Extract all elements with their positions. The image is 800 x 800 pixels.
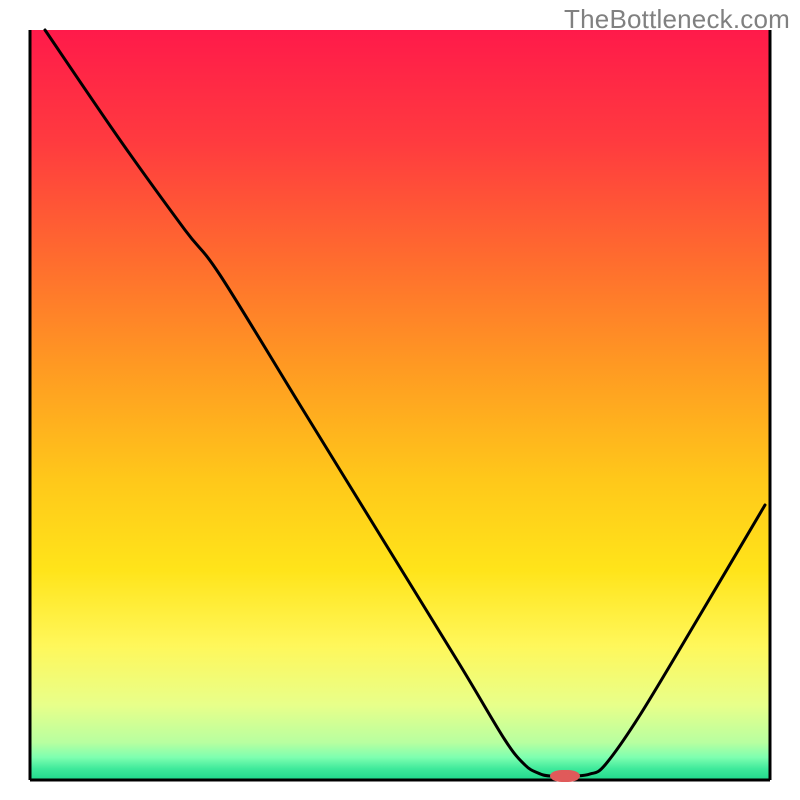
watermark-text: TheBottleneck.com: [564, 4, 790, 35]
chart-container: TheBottleneck.com: [0, 0, 800, 800]
plot-background: [30, 30, 770, 780]
optimal-marker: [550, 770, 580, 782]
bottleneck-chart: [0, 0, 800, 800]
